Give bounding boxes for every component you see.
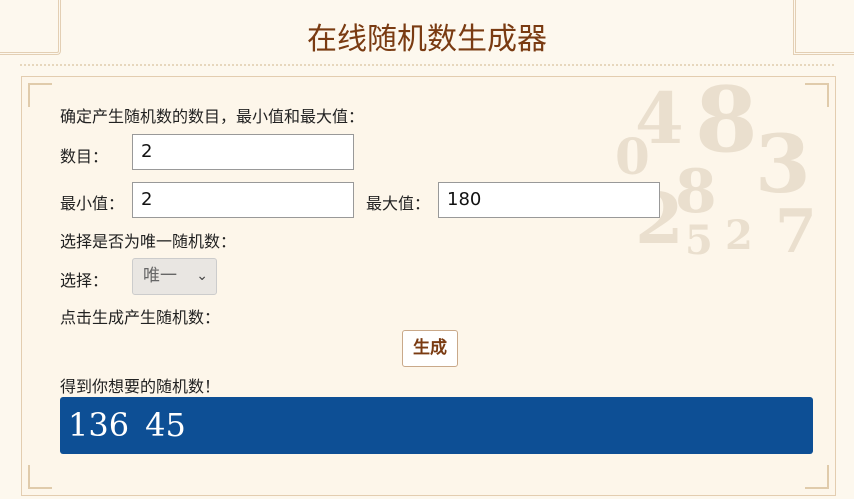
generator-panel: 4 8 3 8 2 5 2 7 0 确定产生随机数的数目，最小值和最大值： 数目…: [21, 76, 836, 496]
unique-prompt: 选择是否为唯一随机数：: [60, 232, 237, 251]
max-input[interactable]: 180: [438, 182, 660, 218]
result-number: 136: [68, 406, 130, 444]
chevron-down-icon: ⌄: [196, 268, 208, 284]
panel-corner-tr: [805, 83, 829, 107]
generate-button[interactable]: 生成: [402, 330, 458, 367]
intro-text: 确定产生随机数的数目，最小值和最大值：: [60, 107, 365, 126]
result-box: 136 45: [60, 397, 813, 454]
choice-label: 选择：: [60, 271, 109, 290]
title-divider: [20, 64, 834, 66]
panel-corner-br: [805, 465, 829, 489]
panel-corner-tl: [28, 83, 52, 107]
unique-select[interactable]: 唯一 ⌄: [132, 258, 217, 295]
min-label: 最小值：: [60, 194, 125, 213]
panel-corner-bl: [28, 465, 52, 489]
result-number: 45: [145, 406, 186, 444]
generate-prompt: 点击生成产生随机数：: [60, 308, 221, 327]
min-input[interactable]: 2: [132, 182, 354, 218]
page-title: 在线随机数生成器: [307, 22, 547, 57]
result-label: 得到你想要的随机数！: [60, 377, 221, 396]
unique-select-value: 唯一: [143, 266, 177, 286]
max-label: 最大值：: [366, 194, 431, 213]
count-label: 数目：: [60, 147, 109, 166]
count-input[interactable]: 2: [132, 134, 354, 170]
